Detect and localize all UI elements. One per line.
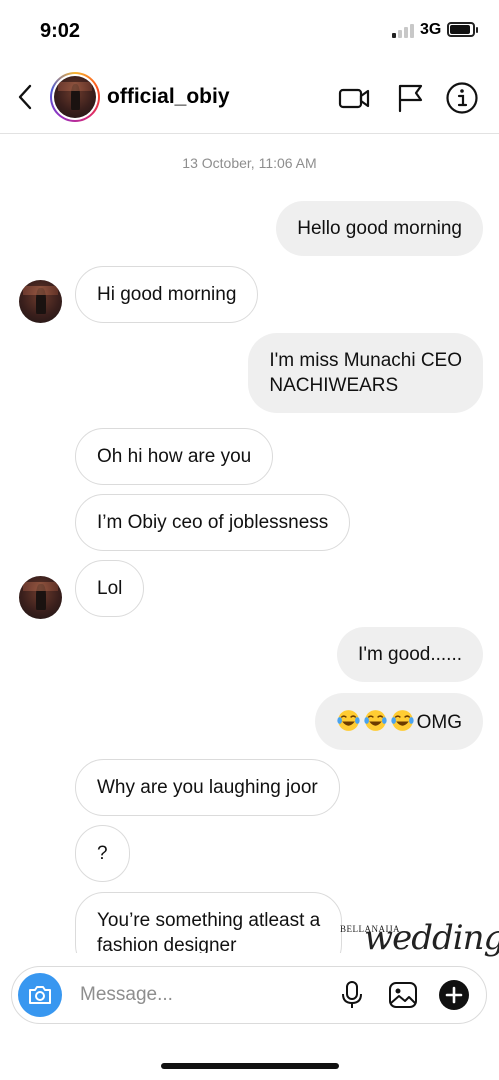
camera-icon — [29, 986, 51, 1004]
status-bar: 9:02 3G — [0, 0, 499, 62]
signal-strength-icon — [392, 24, 414, 38]
message-incoming[interactable]: Oh hi how are you — [75, 428, 274, 485]
message-text: I'm good...... — [358, 644, 462, 665]
message-text: Hello good morning — [297, 218, 462, 239]
message-composer — [11, 966, 487, 1024]
network-type: 3G — [420, 21, 442, 38]
message-text: OMG — [416, 712, 462, 733]
camera-button[interactable] — [18, 973, 62, 1017]
message-text-line: NACHIWEARS — [269, 375, 399, 396]
message-text: Lol — [97, 578, 123, 599]
message-incoming[interactable]: I’m Obiy ceo of joblessness — [75, 494, 351, 551]
video-call-icon[interactable] — [336, 80, 372, 116]
face-with-tears-of-joy-icon — [336, 710, 360, 731]
header-avatar[interactable] — [50, 72, 100, 122]
message-incoming[interactable]: Hi good morning — [75, 266, 259, 323]
plus-icon[interactable] — [437, 978, 471, 1012]
profile-photo — [54, 76, 96, 118]
thread-timestamp: 13 October, 11:06 AM — [182, 155, 317, 171]
sender-avatar[interactable] — [19, 280, 62, 323]
microphone-icon[interactable] — [335, 978, 369, 1012]
sender-avatar[interactable] — [19, 576, 62, 619]
face-with-tears-of-joy-icon — [363, 710, 387, 731]
home-indicator[interactable] — [161, 1063, 339, 1069]
message-text: ? — [97, 843, 108, 864]
info-icon[interactable] — [444, 80, 480, 116]
message-text-line: I'm miss Munachi CEO — [269, 350, 462, 371]
message-thread[interactable]: 13 October, 11:06 AM Hello good morning … — [0, 135, 499, 953]
message-text-line: fashion designer — [97, 935, 237, 953]
message-outgoing[interactable]: I'm good...... — [337, 627, 483, 682]
gallery-icon[interactable] — [386, 978, 420, 1012]
message-outgoing[interactable]: OMG — [314, 693, 483, 750]
chat-username[interactable]: official_obiy — [107, 85, 230, 109]
message-incoming[interactable]: Why are you laughing joor — [75, 759, 340, 816]
battery-icon — [447, 22, 478, 37]
message-incoming[interactable]: ? — [75, 825, 130, 882]
message-incoming[interactable]: Lol — [75, 560, 145, 617]
message-outgoing[interactable]: I'm miss Munachi CEO NACHIWEARS — [248, 333, 483, 413]
message-text: Oh hi how are you — [97, 446, 252, 467]
message-incoming[interactable]: You’re something atleast a fashion desig… — [75, 892, 343, 953]
status-time: 9:02 — [40, 20, 81, 42]
flag-icon[interactable] — [392, 80, 428, 116]
message-text: Why are you laughing joor — [97, 777, 318, 798]
back-icon[interactable] — [12, 82, 42, 112]
face-with-tears-of-joy-icon — [390, 710, 414, 731]
chat-header: official_obiy — [0, 62, 499, 134]
message-outgoing[interactable]: Hello good morning — [276, 201, 483, 256]
message-input[interactable] — [80, 981, 320, 1009]
message-text-line: You’re something atleast a — [97, 910, 321, 931]
message-text: Hi good morning — [97, 284, 237, 305]
message-text: I’m Obiy ceo of joblessness — [97, 512, 329, 533]
